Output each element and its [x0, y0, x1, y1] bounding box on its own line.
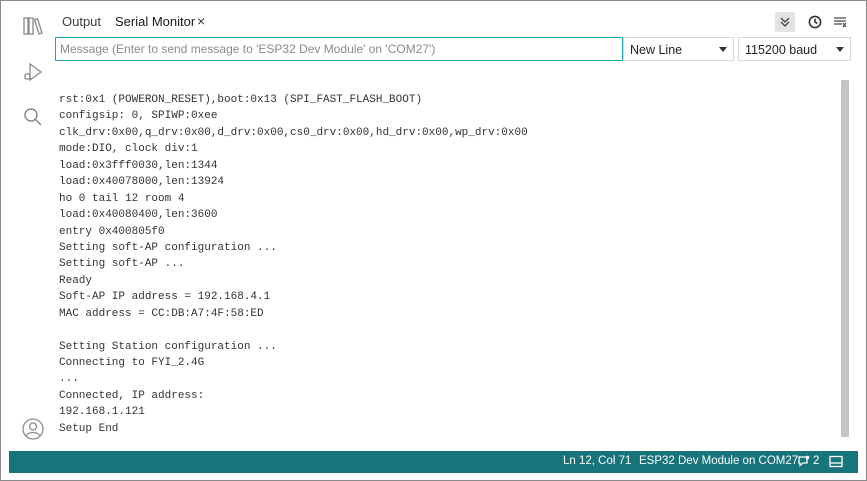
notifications-button[interactable]: 2	[797, 455, 819, 467]
serial-output-line: Setting Station configuration ...	[59, 340, 277, 353]
serial-output-line: Setting soft-AP configuration ...	[59, 241, 277, 254]
baud-rate-value: 115200 baud	[745, 43, 818, 57]
serial-output-line: rst:0x1 (POWERON_RESET),boot:0x13 (SPI_F…	[59, 94, 423, 106]
library-icon[interactable]	[21, 14, 45, 38]
serial-output-line: MAC address = CC:DB:A7:4F:58:ED	[59, 307, 264, 320]
serial-output-line: load:0x40080400,len:3600	[59, 209, 218, 222]
line-ending-select[interactable]: New Line	[623, 37, 734, 61]
serial-output-line: ...	[59, 373, 79, 386]
serial-output-line: clk_drv:0x00,q_drv:0x00,d_drv:0x00,cs0_d…	[59, 126, 528, 139]
serial-output-line	[59, 322, 839, 338]
serial-output-line: entry 0x400805f0	[59, 225, 165, 238]
ide-window: Output Serial Monitor × New Line 115200 …	[0, 0, 867, 481]
scrollbar[interactable]	[841, 80, 849, 437]
serial-output-line: Connected, IP address:	[59, 389, 205, 402]
serial-output-line: Soft-AP IP address = 192.168.4.1	[59, 291, 271, 304]
dropdown-arrow-icon	[836, 47, 844, 52]
clock-icon[interactable]	[805, 12, 825, 32]
serial-output-line: configsip: 0, SPIWP:0xee	[59, 110, 218, 123]
toggle-panel-icon[interactable]	[829, 455, 843, 471]
cursor-position[interactable]: Ln 12, Col 71	[563, 455, 631, 467]
line-ending-value: New Line	[630, 43, 683, 57]
panel-tab-bar: Output Serial Monitor ×	[53, 8, 859, 36]
tab-serial-monitor[interactable]: Serial Monitor	[115, 14, 195, 29]
tab-output[interactable]: Output	[62, 14, 101, 29]
serial-output-line: ho 0 tail 12 room 4	[59, 192, 185, 205]
debug-icon[interactable]	[21, 60, 45, 84]
serial-output-line: load:0x40078000,len:13924	[59, 176, 225, 189]
dropdown-arrow-icon	[719, 47, 727, 52]
serial-output-line: Ready	[59, 274, 93, 287]
status-bar: Ln 12, Col 71 ESP32 Dev Module on COM27 …	[9, 451, 858, 473]
notification-icon	[798, 455, 810, 467]
serial-output-line: Connecting to FYI_2.4G	[59, 357, 205, 369]
serial-output-line: 192.168.1.121	[59, 406, 145, 419]
account-icon[interactable]	[21, 417, 45, 441]
serial-output-line: load:0x3fff0030,len:1344	[59, 159, 218, 172]
baud-rate-select[interactable]: 115200 baud	[738, 37, 851, 61]
sidebar	[9, 8, 53, 451]
serial-output[interactable]: rst:0x1 (POWERON_RESET),boot:0x13 (SPI_F…	[59, 92, 839, 442]
board-port-status[interactable]: ESP32 Dev Module on COM27	[639, 455, 798, 467]
message-input[interactable]	[55, 37, 623, 61]
close-tab-icon[interactable]: ×	[197, 14, 205, 28]
serial-output-line: mode:DIO, clock div:1	[59, 143, 198, 156]
chevrons-down-icon[interactable]	[775, 12, 795, 32]
serial-output-line: Setting soft-AP ...	[59, 258, 185, 271]
serial-output-line: Setup End	[59, 422, 119, 435]
notifications-count: 2	[813, 455, 820, 467]
clear-output-icon[interactable]	[830, 12, 850, 32]
search-icon[interactable]	[21, 105, 45, 129]
